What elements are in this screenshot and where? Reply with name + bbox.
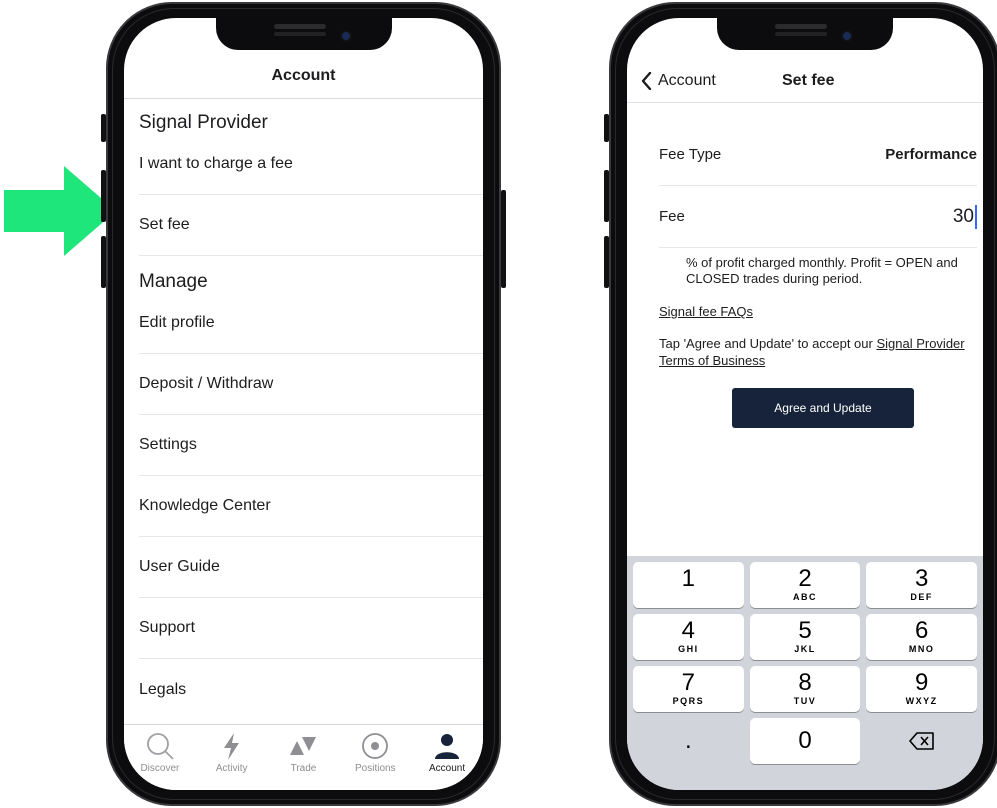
tab-positions[interactable]: Positions [341,731,409,790]
tab-label: Trade [290,763,317,774]
key-8[interactable]: 8 TUV [749,666,861,712]
trade-icon [288,731,318,761]
fee-type-value: Performance [885,146,977,163]
signal-fee-faqs-link[interactable]: Signal fee FAQs [659,304,753,319]
text-caret [975,204,977,229]
notch [215,18,392,50]
person-icon [432,731,462,761]
set-fee-screen: Account Set fee Fee Type Performance Fee… [627,18,983,790]
fee-input[interactable]: 30 [952,204,977,229]
fee-type-label: Fee Type [659,146,722,163]
menu-item-edit-profile[interactable]: Edit profile [139,293,483,354]
search-icon [145,731,175,761]
menu-item-knowledge-center[interactable]: Knowledge Center [139,476,483,537]
key-decimal[interactable]: . [633,718,744,764]
phone-frame-left: Account Signal Provider I want to charge… [101,2,506,806]
menu-item-legals[interactable]: Legals [139,659,483,720]
section-header-manage: Manage [139,271,208,292]
fee-type-row[interactable]: Fee Type Performance [659,124,977,186]
key-0[interactable]: 0 [749,718,861,764]
key-6[interactable]: 6 MNO [866,614,978,660]
menu-item-support[interactable]: Support [139,598,483,659]
page-title: Set fee [782,72,835,89]
tab-label: Positions [354,763,396,774]
key-3[interactable]: 3 DEF [866,562,978,608]
camera-icon [841,30,853,42]
tab-discover[interactable]: Discover [126,731,194,790]
fee-hint-text: % of profit charged monthly. Profit = OP… [686,255,958,286]
tab-label: Activity [215,763,248,774]
key-delete[interactable] [866,718,977,764]
fee-input-value: 30 [952,205,974,227]
agree-and-update-button[interactable]: Agree and Update [732,388,914,428]
key-1[interactable]: 1 [633,562,744,608]
section-header-signal-provider: Signal Provider [139,112,268,133]
menu-item-user-guide[interactable]: User Guide [139,537,483,598]
nav-divider [627,102,983,103]
tab-label: Account [429,763,466,774]
tab-bar: Discover Activity Trade Positions Accoun… [124,724,483,790]
camera-icon [339,30,352,42]
back-button[interactable]: Account [641,72,716,90]
menu-item-deposit-withdraw[interactable]: Deposit / Withdraw [139,354,483,415]
key-9[interactable]: 9 WXYZ [866,666,978,712]
tab-activity[interactable]: Activity [198,731,266,790]
menu-item-charge-fee[interactable]: I want to charge a fee [139,134,483,195]
tab-label: Discover [140,763,180,774]
pointer-arrow-icon [4,166,116,256]
account-screen: Account Signal Provider I want to charge… [124,18,483,790]
menu-item-set-fee[interactable]: Set fee [139,195,483,256]
menu-item-settings[interactable]: Settings [139,415,483,476]
key-2[interactable]: 2 ABC [749,562,861,608]
fee-label: Fee [659,208,685,225]
chevron-left-icon [641,72,652,90]
notch [717,18,893,50]
key-7[interactable]: 7 PQRS [633,666,744,712]
positions-icon [360,731,390,761]
tab-account[interactable]: Account [413,731,481,790]
key-5[interactable]: 5 JKL [749,614,861,660]
tab-trade[interactable]: Trade [269,731,337,790]
terms-prefix: Tap 'Agree and Update' to accept our [659,336,877,351]
fee-row: Fee 30 [659,186,977,248]
backspace-icon [908,732,934,750]
lightning-icon [217,731,247,761]
key-4[interactable]: 4 GHI [633,614,744,660]
phone-frame-right: Account Set fee Fee Type Performance Fee… [604,2,997,806]
numeric-keypad: 1 2 ABC 3 DEF 4 GHI 5 JKL 6 MNO 7 PQRS 8 TUV 9W… [627,556,983,790]
terms-text: Tap 'Agree and Update' to accept our Sig… [659,335,971,369]
back-label: Account [658,72,716,89]
nav-divider [124,98,483,99]
page-title: Account [271,67,336,84]
